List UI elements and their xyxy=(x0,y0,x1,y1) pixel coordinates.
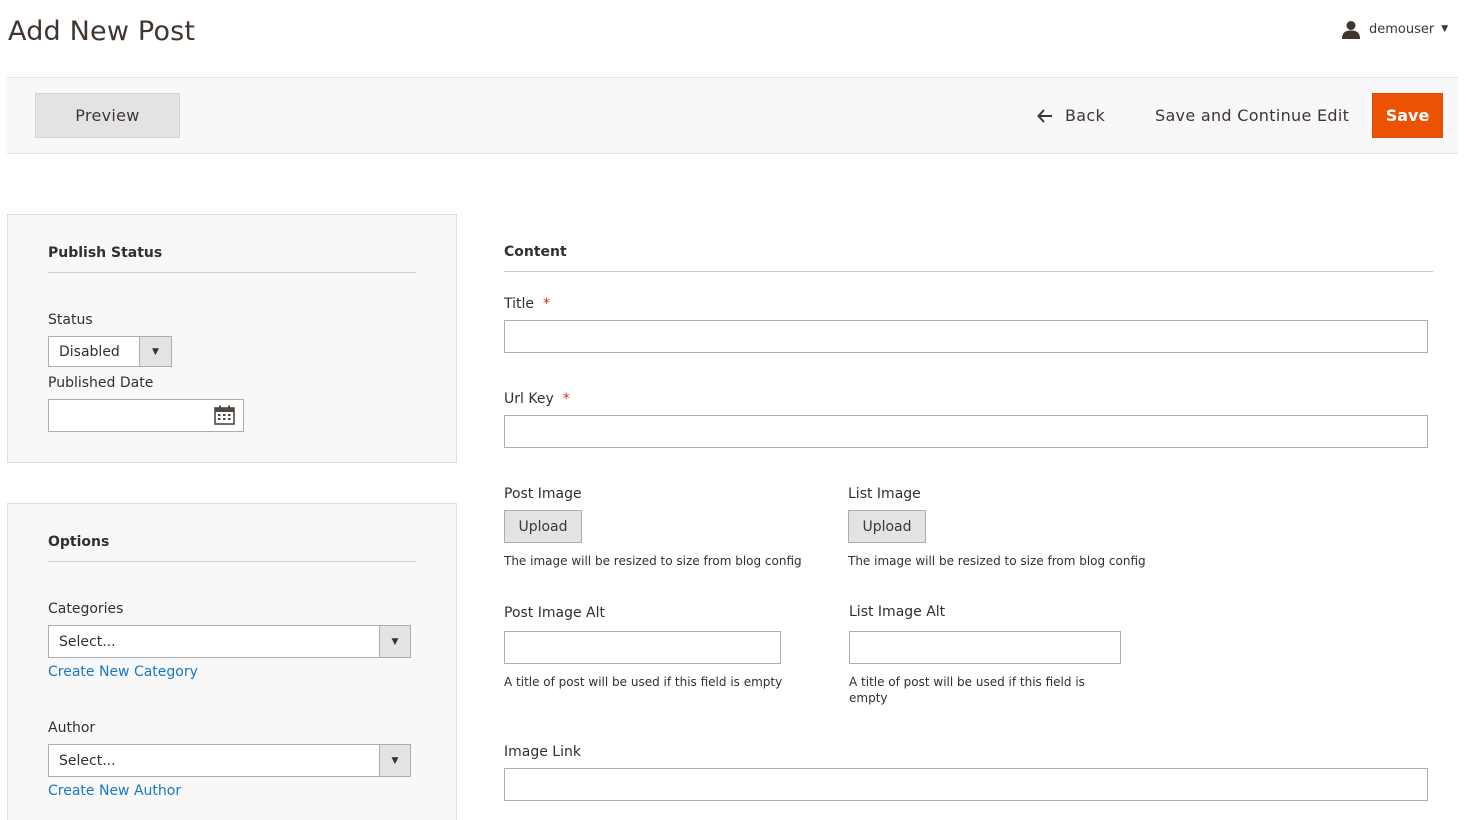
image-link-input[interactable] xyxy=(504,768,1428,801)
list-image-label: List Image xyxy=(848,486,921,502)
list-image-alt-input[interactable] xyxy=(849,631,1121,664)
published-date-label: Published Date xyxy=(48,375,154,391)
categories-select[interactable]: Select... ▼ xyxy=(48,625,411,658)
required-mark: * xyxy=(562,391,570,407)
author-value: Select... xyxy=(59,752,116,769)
url-key-input[interactable] xyxy=(504,415,1428,448)
required-mark: * xyxy=(543,296,551,312)
url-key-label: Url Key * xyxy=(504,391,570,407)
chevron-down-icon: ▼ xyxy=(379,745,410,776)
author-label: Author xyxy=(48,720,96,736)
publish-status-panel: Publish Status Status Disabled ▼ Publish… xyxy=(7,214,457,463)
list-image-alt-label: List Image Alt xyxy=(849,604,946,620)
user-icon xyxy=(1342,20,1360,39)
title-input[interactable] xyxy=(504,320,1428,353)
status-value: Disabled xyxy=(59,343,120,360)
chevron-down-icon: ▼ xyxy=(1441,24,1449,34)
chevron-down-icon: ▼ xyxy=(379,626,410,657)
content-heading: Content xyxy=(504,244,1433,272)
categories-value: Select... xyxy=(59,633,116,650)
user-menu[interactable]: demouser ▼ xyxy=(1342,19,1448,39)
back-label: Back xyxy=(1065,106,1106,125)
title-label: Title * xyxy=(504,296,550,312)
create-new-category-link[interactable]: Create New Category xyxy=(48,664,198,680)
options-heading: Options xyxy=(48,534,416,562)
save-and-continue-button[interactable]: Save and Continue Edit xyxy=(1155,93,1349,138)
author-select[interactable]: Select... ▼ xyxy=(48,744,411,777)
post-image-note: The image will be resized to size from b… xyxy=(504,554,802,568)
options-panel: Options Categories Select... ▼ Create Ne… xyxy=(7,503,457,820)
preview-button[interactable]: Preview xyxy=(35,93,180,138)
chevron-down-icon: ▼ xyxy=(139,337,171,366)
publish-status-heading: Publish Status xyxy=(48,245,416,273)
post-image-alt-label: Post Image Alt xyxy=(504,605,605,621)
page-title: Add New Post xyxy=(8,16,196,47)
post-image-label: Post Image xyxy=(504,486,582,502)
categories-label: Categories xyxy=(48,601,124,617)
create-new-author-link[interactable]: Create New Author xyxy=(48,783,181,799)
back-button[interactable]: Back xyxy=(1037,93,1105,138)
status-label: Status xyxy=(48,312,93,328)
published-date-input[interactable] xyxy=(48,399,244,432)
arrow-left-icon xyxy=(1037,108,1052,123)
post-image-alt-input[interactable] xyxy=(504,631,781,664)
post-image-alt-note: A title of post will be used if this fie… xyxy=(504,675,783,689)
image-link-label: Image Link xyxy=(504,744,581,760)
list-image-alt-note: A title of post will be used if this fie… xyxy=(849,675,1085,705)
status-select[interactable]: Disabled ▼ xyxy=(48,336,172,367)
page-actions-bar: Preview Back Save and Continue Edit Save xyxy=(7,77,1458,154)
list-image-upload-button[interactable]: Upload xyxy=(848,510,926,543)
user-name: demouser xyxy=(1369,21,1435,37)
save-button[interactable]: Save xyxy=(1372,93,1443,138)
post-image-upload-button[interactable]: Upload xyxy=(504,510,582,543)
calendar-icon[interactable] xyxy=(214,405,235,425)
list-image-note: The image will be resized to size from b… xyxy=(848,554,1146,568)
title-label-text: Title xyxy=(504,296,535,312)
url-key-label-text: Url Key xyxy=(504,391,554,407)
